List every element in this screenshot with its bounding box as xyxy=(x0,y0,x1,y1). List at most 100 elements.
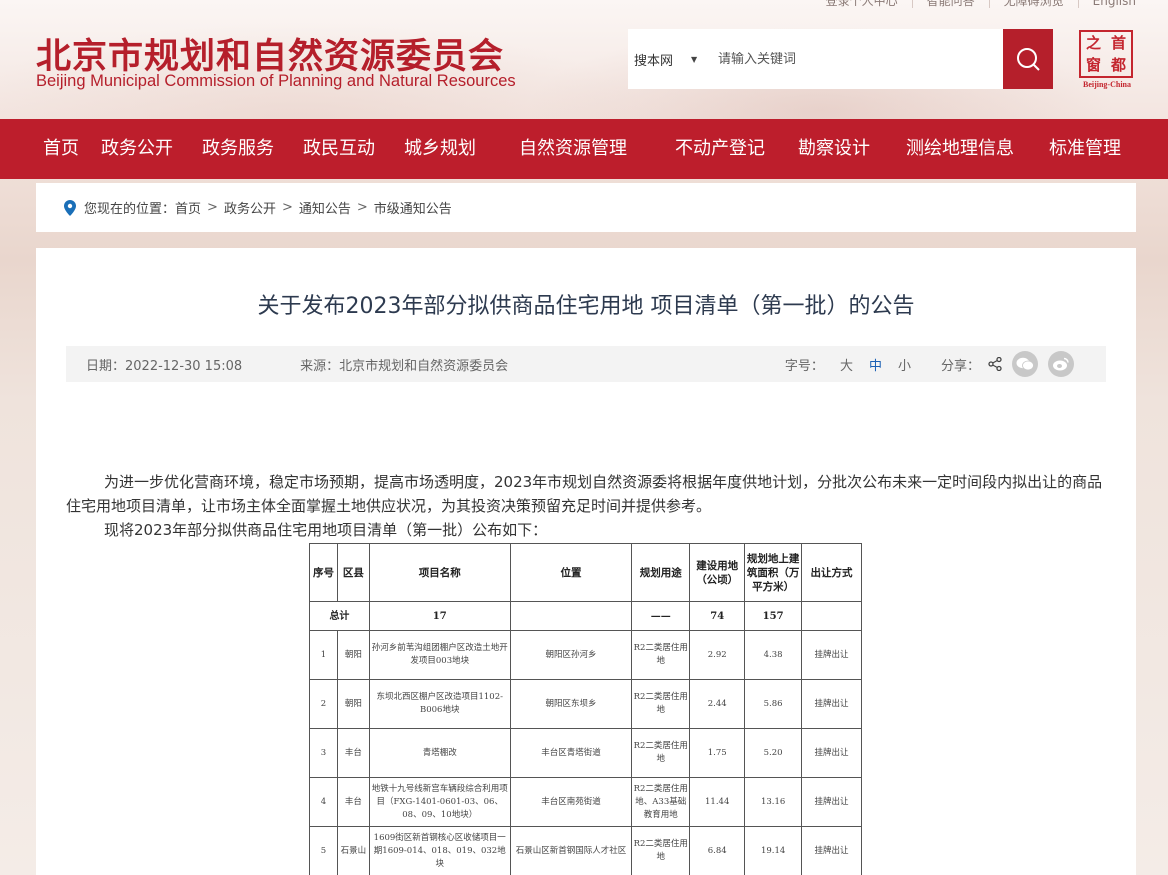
top-link-accessibility[interactable]: 无障碍浏览 xyxy=(990,0,1079,8)
table-header: 建设用地（公顷） xyxy=(689,543,746,602)
table-cell: 丰台 xyxy=(336,777,370,827)
breadcrumb-separator: > xyxy=(356,200,368,215)
article-paragraph: 为进一步优化营商环境，稳定市场预期，提高市场透明度，2023年市规划自然资源委将… xyxy=(66,473,1103,515)
table-cell: 17 xyxy=(368,601,511,631)
table-cell: 13.16 xyxy=(744,777,803,827)
nav-item-survey-design[interactable]: 勘察设计 xyxy=(798,119,870,179)
table-cell: 2 xyxy=(309,679,338,729)
font-size-medium[interactable]: 中 xyxy=(869,355,882,374)
article-source: 来源：北京市规划和自然资源委员会 xyxy=(300,358,509,374)
table-cell: R2二类居住用地 xyxy=(631,679,691,729)
breadcrumb-item-notices[interactable]: 通知公告 xyxy=(299,198,351,217)
top-link-qa[interactable]: 智能问答 xyxy=(913,0,990,8)
table-cell: 朝阳区东坝乡 xyxy=(509,679,633,729)
table-cell: 朝阳区孙河乡 xyxy=(509,630,633,680)
breadcrumb-prefix: 您现在的位置： xyxy=(84,202,176,217)
table-cell: 11.44 xyxy=(689,777,746,827)
table-cell: 石景山区新首钢国际人才社区 xyxy=(509,826,633,875)
location-pin-icon xyxy=(64,199,76,216)
table-cell: 5 xyxy=(309,826,338,875)
table-row: 3 丰台 青塔棚改 丰台区青塔街道 R2二类居住用地 1.75 5.20 挂牌出… xyxy=(309,728,862,778)
table-cell: 5.20 xyxy=(744,728,803,778)
table-cell: 挂牌出让 xyxy=(801,826,862,875)
nav-item-gov-affairs[interactable]: 政务公开 xyxy=(101,119,173,179)
seal-char: 之 xyxy=(1085,33,1101,52)
table-cell: R2二类居住用地 xyxy=(631,630,691,680)
article-meta: 日期：2022-12-30 15:08 来源：北京市规划和自然资源委员会 字号：… xyxy=(66,346,1106,382)
table-cell: 丰台区南苑街道 xyxy=(509,777,633,827)
font-size-large[interactable]: 大 xyxy=(840,355,853,374)
table-cell: 74 xyxy=(689,601,746,631)
table-cell: 1 xyxy=(309,630,338,680)
nav-item-interaction[interactable]: 政民互动 xyxy=(303,119,375,179)
article-date: 日期：2022-12-30 15:08 xyxy=(86,358,243,374)
article-panel: 关于发布2023年部分拟供商品住宅用地 项目清单（第一批）的公告 日期：2022… xyxy=(36,248,1136,875)
search-scope-select[interactable]: 搜本网 ▼ xyxy=(628,50,718,69)
article-title: 关于发布2023年部分拟供商品住宅用地 项目清单（第一批）的公告 xyxy=(257,294,915,319)
seal-char: 窗 xyxy=(1085,55,1101,74)
nav-item-urban-planning[interactable]: 城乡规划 xyxy=(404,119,476,179)
table-cell: 石景山 xyxy=(336,826,370,875)
wechat-icon[interactable] xyxy=(1012,351,1038,377)
table-cell: —— xyxy=(631,601,691,631)
main-nav: 首页 政务公开 政务服务 政民互动 城乡规划 自然资源管理 不动产登记 勘察设计… xyxy=(0,119,1168,179)
share-label: 分享： xyxy=(940,358,980,374)
breadcrumb-item-gov-affairs[interactable]: 政务公开 xyxy=(224,198,276,217)
table-header: 出让方式 xyxy=(801,543,862,602)
table-cell: 1.75 xyxy=(689,728,746,778)
table-cell: 1609街区新首钢核心区收储项目一期1609-014、018、019、032地块 xyxy=(368,826,511,875)
top-link-login[interactable]: 登录个人中心 xyxy=(812,0,913,8)
table-cell: 地铁十九号线新宫车辆段综合利用项目（FXG-1401-0601-03、06、08… xyxy=(368,777,511,827)
top-link-english[interactable]: English xyxy=(1079,0,1136,8)
breadcrumb-separator: > xyxy=(281,200,293,215)
land-list-table: 序号 区县 项目名称 位置 规划用途 建设用地（公顷） 规划地上建筑面积（万平方… xyxy=(309,543,862,875)
nav-item-gov-services[interactable]: 政务服务 xyxy=(202,119,274,179)
breadcrumb-item-city-notices[interactable]: 市级通知公告 xyxy=(374,198,452,217)
search-button[interactable] xyxy=(1003,29,1053,89)
table-header: 规划用途 xyxy=(631,543,691,602)
nav-item-standards[interactable]: 标准管理 xyxy=(1049,119,1121,179)
table-cell: 挂牌出让 xyxy=(801,630,862,680)
search-input[interactable] xyxy=(718,51,998,67)
table-cell: 4.38 xyxy=(744,630,803,680)
nav-item-real-estate[interactable]: 不动产登记 xyxy=(675,119,765,179)
article-tools: 字号： 大 中 小 分享： xyxy=(785,346,1074,382)
table-cell: 6.84 xyxy=(689,826,746,875)
nav-item-natural-resources[interactable]: 自然资源管理 xyxy=(519,119,627,179)
table-cell: R2二类居住用地 xyxy=(631,728,691,778)
table-cell: 东坝北西区棚户区改造项目1102-B006地块 xyxy=(368,679,511,729)
search-icon xyxy=(1017,48,1040,71)
table-cell: R2二类居住用地 xyxy=(631,826,691,875)
table-cell: 2.44 xyxy=(689,679,746,729)
table-row: 4 丰台 地铁十九号线新宫车辆段综合利用项目（FXG-1401-0601-03、… xyxy=(309,777,862,827)
seal-caption: Beijing-China xyxy=(1082,80,1131,89)
weibo-icon[interactable] xyxy=(1048,351,1074,377)
seal-char: 首 xyxy=(1110,33,1126,52)
capital-window-logo[interactable]: 之 首 窗 都 Beijing-China xyxy=(1079,30,1135,90)
land-list-table-wrapper: 序号 区县 项目名称 位置 规划用途 建设用地（公顷） 规划地上建筑面积（万平方… xyxy=(309,543,862,875)
table-header: 位置 xyxy=(509,543,633,602)
share-icon[interactable] xyxy=(988,357,1002,371)
chevron-down-icon: ▼ xyxy=(691,54,698,64)
breadcrumb-item-home[interactable]: 首页 xyxy=(175,198,201,217)
seal-box: 之 首 窗 都 xyxy=(1079,30,1133,78)
site-header: 登录个人中心 智能问答 无障碍浏览 English 北京市规划和自然资源委员会 … xyxy=(0,0,1168,119)
table-cell: 孙河乡前苇沟组团棚户区改造土地开发项目003地块 xyxy=(368,630,511,680)
table-cell: 朝阳 xyxy=(336,630,370,680)
table-cell: 挂牌出让 xyxy=(801,679,862,729)
table-row: 2 朝阳 东坝北西区棚户区改造项目1102-B006地块 朝阳区东坝乡 R2二类… xyxy=(309,679,862,729)
table-cell: 总计 xyxy=(309,601,370,631)
table-cell xyxy=(801,601,862,631)
seal-char: 都 xyxy=(1110,55,1126,74)
table-cell: 挂牌出让 xyxy=(801,728,862,778)
table-cell: 青塔棚改 xyxy=(368,728,511,778)
table-cell: 挂牌出让 xyxy=(801,777,862,827)
table-cell: 157 xyxy=(744,601,803,631)
font-size-small[interactable]: 小 xyxy=(898,355,911,374)
table-cell: 19.14 xyxy=(744,826,803,875)
table-header: 区县 xyxy=(336,543,370,602)
table-header-row: 序号 区县 项目名称 位置 规划用途 建设用地（公顷） 规划地上建筑面积（万平方… xyxy=(309,543,862,602)
table-row: 1 朝阳 孙河乡前苇沟组团棚户区改造土地开发项目003地块 朝阳区孙河乡 R2二… xyxy=(309,630,862,680)
nav-item-geo-info[interactable]: 测绘地理信息 xyxy=(906,119,1014,179)
nav-item-home[interactable]: 首页 xyxy=(43,119,79,179)
